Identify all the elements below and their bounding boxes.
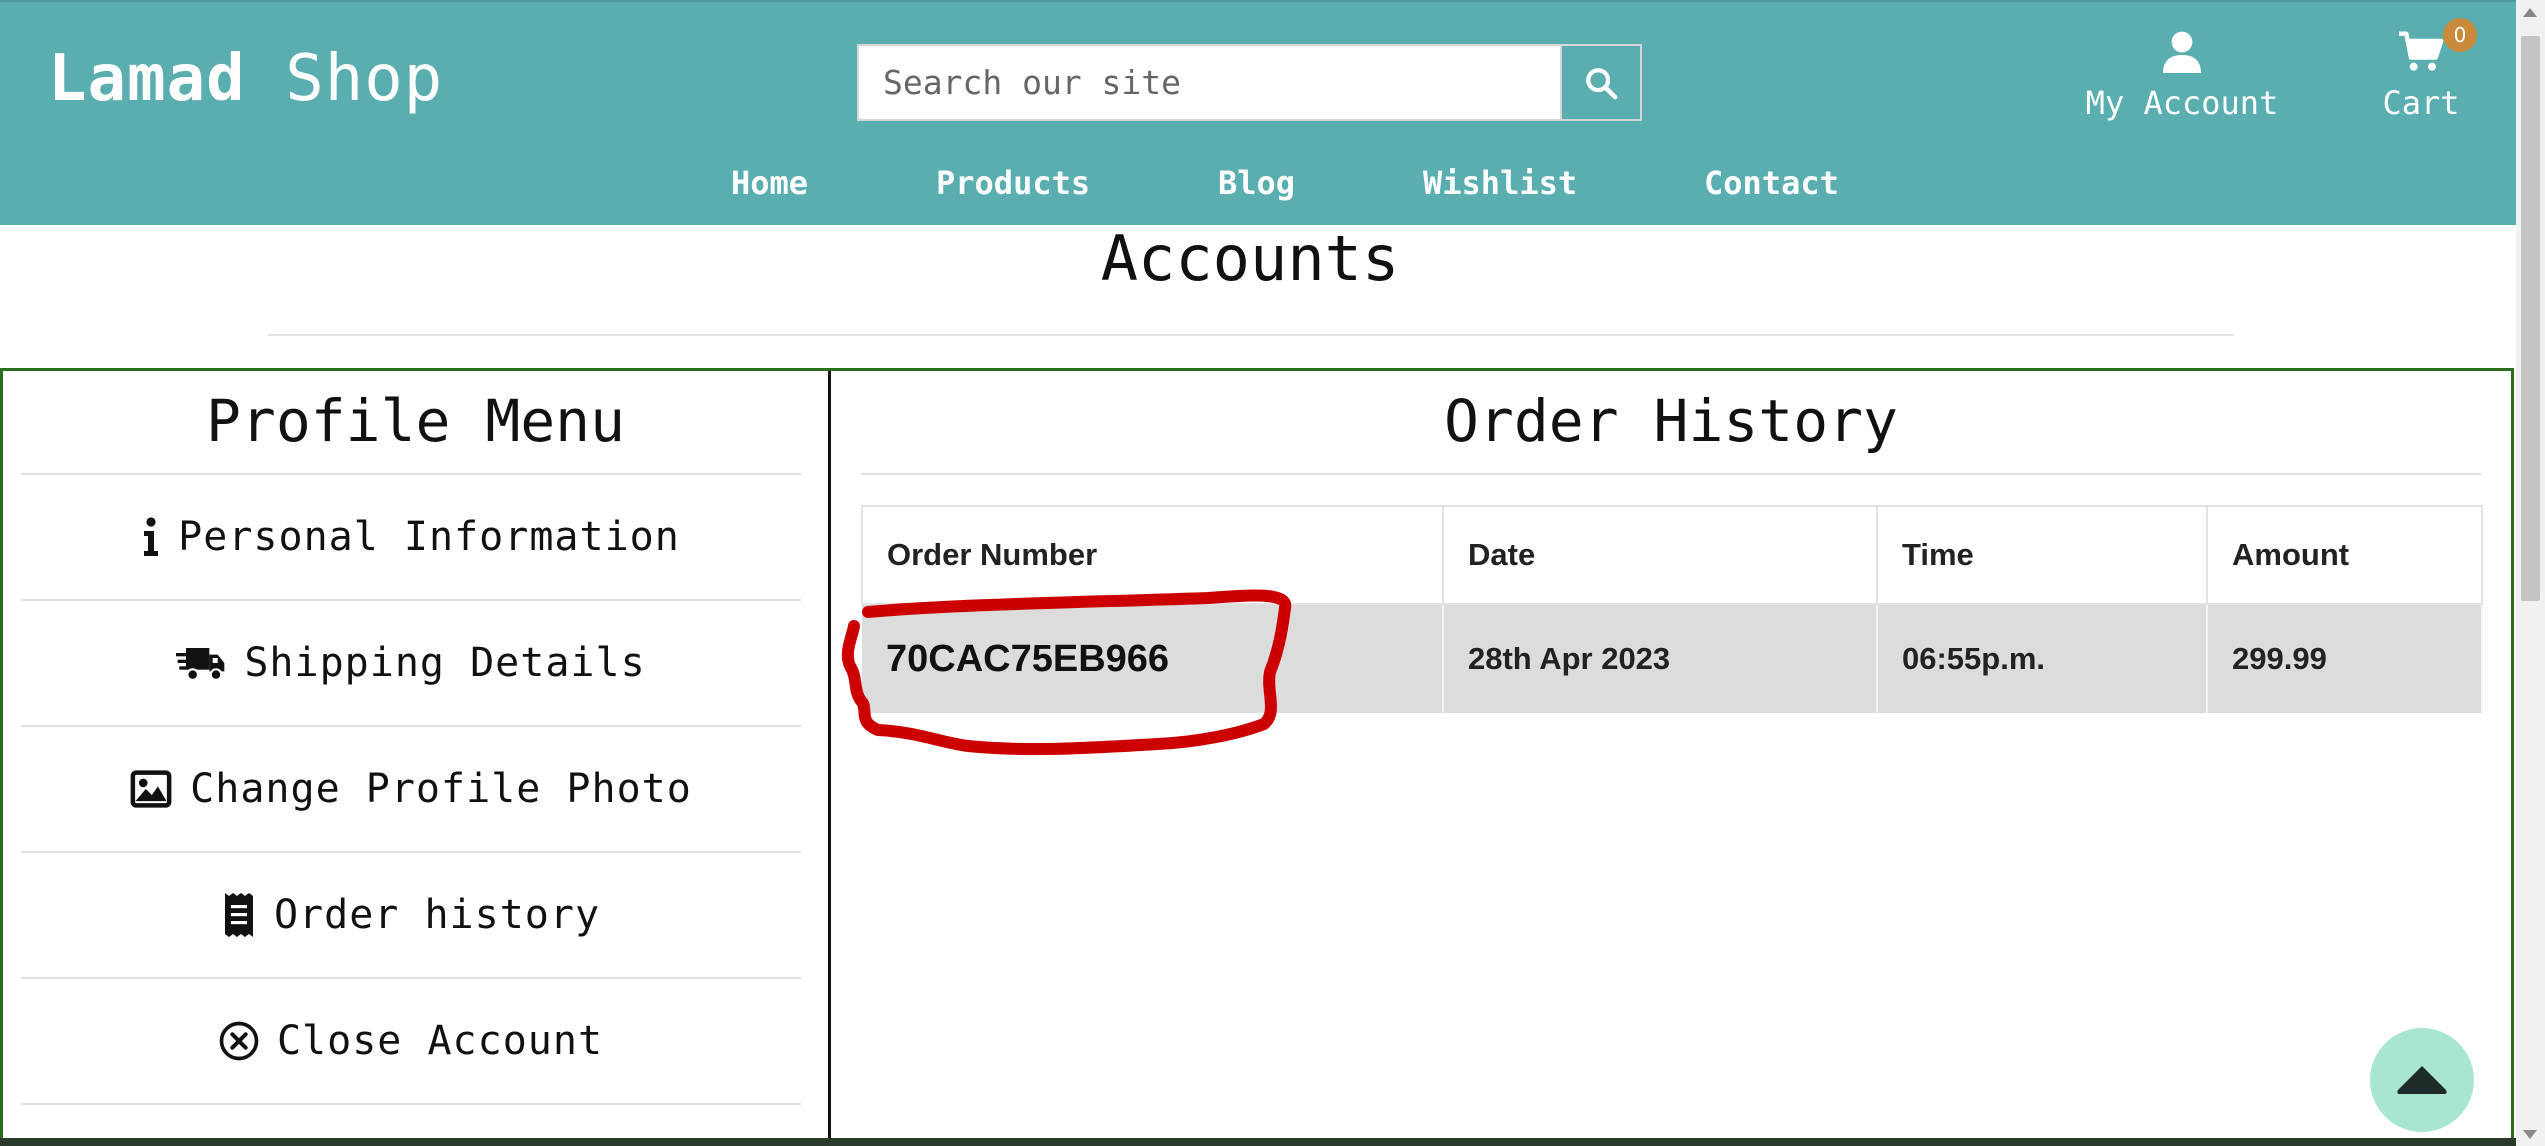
search-bar bbox=[857, 44, 1642, 121]
menu-item-personal-information[interactable]: Personal Information bbox=[21, 473, 801, 599]
nav-home[interactable]: Home bbox=[731, 164, 808, 202]
order-history-section: Order History Order Number Date Time Amo… bbox=[831, 371, 2511, 1146]
brand-name-rest: Shop bbox=[245, 42, 444, 116]
menu-item-label: Personal Information bbox=[178, 514, 680, 560]
scroll-down-arrow-icon[interactable] bbox=[2523, 1130, 2537, 1139]
nav-contact[interactable]: Contact bbox=[1704, 164, 1839, 202]
brand-name-bold: Lamad bbox=[48, 42, 246, 116]
info-icon bbox=[142, 517, 160, 557]
scroll-up-arrow-icon[interactable] bbox=[2523, 8, 2537, 17]
order-history-divider bbox=[861, 473, 2481, 475]
nav-products[interactable]: Products bbox=[936, 164, 1090, 202]
menu-item-label: Order history bbox=[273, 892, 601, 938]
menu-item-change-profile-photo[interactable]: Change Profile Photo bbox=[21, 725, 801, 851]
close-circle-icon bbox=[219, 1021, 259, 1061]
order-history-title: Order History bbox=[1444, 387, 1898, 455]
cart-label: Cart bbox=[2382, 84, 2460, 122]
title-divider bbox=[268, 334, 2234, 336]
user-icon bbox=[2163, 31, 2201, 73]
nav-blog[interactable]: Blog bbox=[1218, 164, 1295, 202]
column-header-date: Date bbox=[1442, 505, 1878, 605]
image-icon bbox=[130, 770, 172, 808]
menu-item-label: Shipping Details bbox=[244, 640, 646, 686]
menu-item-order-history[interactable]: Order history bbox=[21, 851, 801, 977]
search-input[interactable] bbox=[859, 46, 1560, 119]
table-header-row: Order Number Date Time Amount bbox=[861, 505, 2483, 605]
my-account-label: My Account bbox=[2085, 84, 2279, 122]
profile-menu-title: Profile Menu bbox=[205, 387, 626, 455]
page-scrollbar[interactable] bbox=[2516, 0, 2545, 1146]
site-header: Lamad Shop My Account 0 Cart bbox=[0, 0, 2516, 225]
order-date-cell: 28th Apr 2023 bbox=[1443, 604, 1878, 713]
scrollbar-thumb[interactable] bbox=[2521, 36, 2540, 601]
search-button[interactable] bbox=[1560, 46, 1640, 119]
order-time-cell: 06:55p.m. bbox=[1877, 604, 2208, 713]
site-logo[interactable]: Lamad Shop bbox=[48, 42, 443, 116]
account-panel: Profile Menu Personal Information Shippi… bbox=[0, 368, 2514, 1146]
cart-count-badge: 0 bbox=[2443, 18, 2477, 52]
profile-menu: Personal Information Shipping Details Ch… bbox=[21, 473, 801, 1105]
back-to-top-button[interactable] bbox=[2370, 1028, 2474, 1132]
column-header-order-number: Order Number bbox=[861, 505, 1444, 605]
nav-wishlist[interactable]: Wishlist bbox=[1423, 164, 1577, 202]
menu-item-close-account[interactable]: Close Account bbox=[21, 977, 801, 1105]
profile-sidebar: Profile Menu Personal Information Shippi… bbox=[3, 371, 831, 1146]
page-title: Accounts bbox=[1100, 222, 1400, 295]
column-header-amount: Amount bbox=[2206, 505, 2483, 605]
menu-item-shipping-details[interactable]: Shipping Details bbox=[21, 599, 801, 725]
order-number-cell: 70CAC75EB966 bbox=[862, 604, 1444, 713]
menu-item-label: Change Profile Photo bbox=[190, 766, 692, 812]
search-icon bbox=[1586, 67, 1618, 99]
my-account-link[interactable]: My Account bbox=[2082, 30, 2282, 122]
cart-link[interactable]: 0 Cart bbox=[2366, 18, 2477, 122]
menu-item-label: Close Account bbox=[276, 1018, 604, 1064]
shipping-truck-icon bbox=[176, 643, 226, 683]
chevron-up-icon bbox=[2397, 1066, 2447, 1094]
bottom-edge bbox=[0, 1138, 2516, 1146]
column-header-time: Time bbox=[1876, 505, 2208, 605]
order-history-table: Order Number Date Time Amount 70CAC75EB9… bbox=[861, 505, 2483, 713]
cart-icon bbox=[2399, 31, 2444, 71]
table-row[interactable]: 70CAC75EB966 28th Apr 2023 06:55p.m. 299… bbox=[862, 604, 2483, 713]
receipt-icon bbox=[222, 893, 256, 937]
main-nav: Home Products Blog Wishlist Contact bbox=[0, 164, 2516, 208]
order-amount-cell: 299.99 bbox=[2207, 604, 2483, 713]
